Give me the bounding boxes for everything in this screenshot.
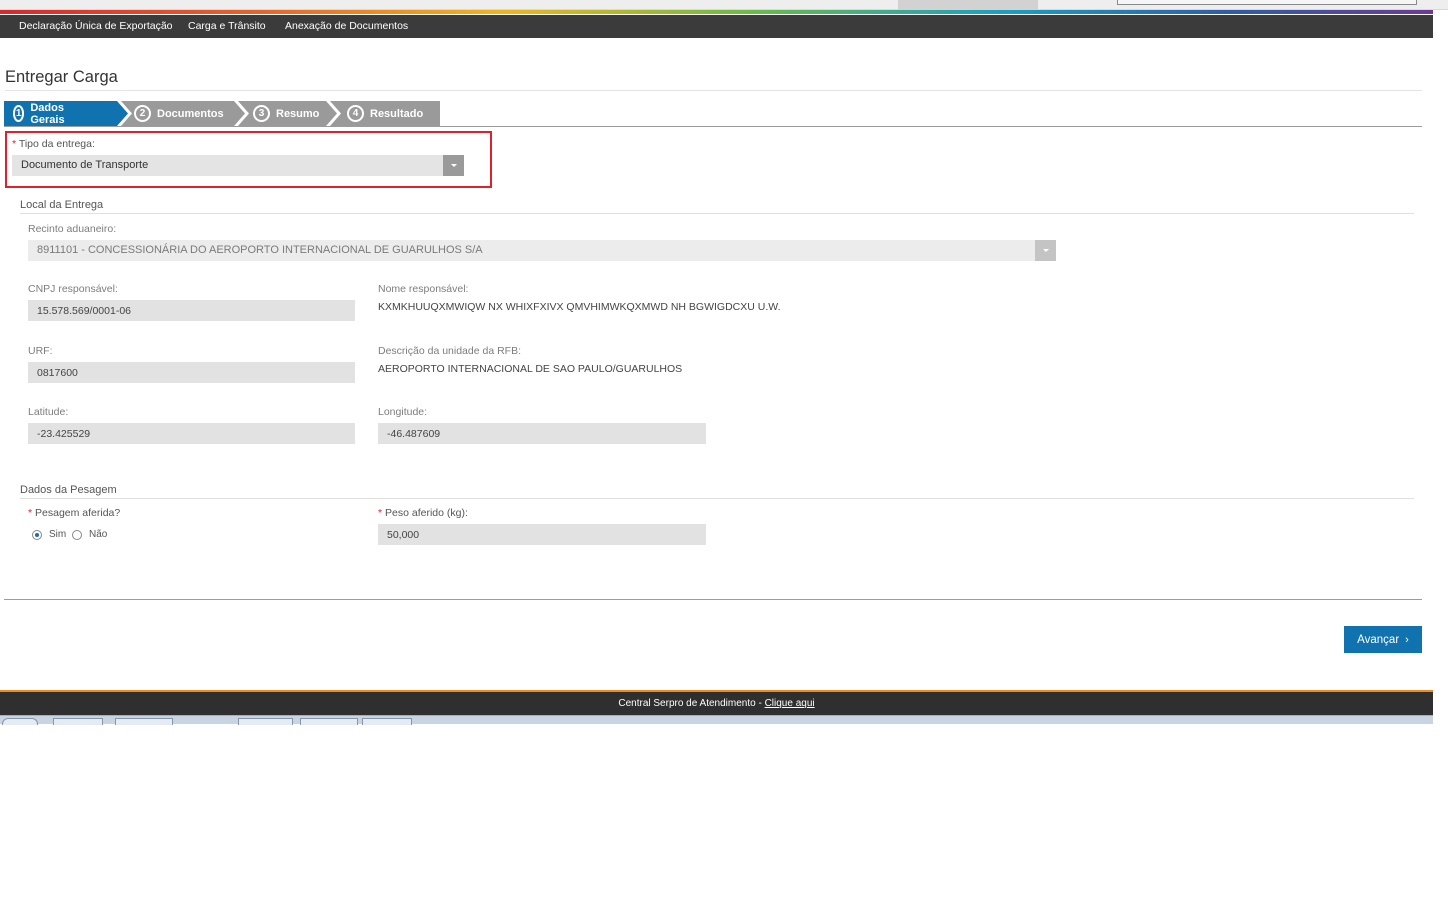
form-bottom-divider [4,599,1422,600]
tipo-entrega-label: * Tipo da entrega: [12,138,95,150]
latitude-field[interactable]: -23.425529 [28,423,355,444]
os-taskbar [0,715,1433,725]
recinto-value: 8911101 - CONCESSIONÁRIA DO AEROPORTO IN… [37,244,483,256]
title-divider [5,90,1422,91]
chevron-down-icon[interactable] [443,155,464,176]
step-label: Resultado [370,107,424,120]
taskbar-app-button[interactable] [300,718,358,725]
longitude-label: Longitude: [378,406,428,418]
brand-color-bar [0,10,1433,14]
steps-divider [4,126,1422,127]
chevron-right-icon: › [1405,633,1409,646]
step-resumo[interactable]: 3 Resumo [253,101,319,126]
nav-item-anexacao[interactable]: Anexação de Documentos [285,20,408,32]
radio-sim[interactable] [32,530,42,540]
required-marker: * [28,507,33,519]
taskbar-app-button[interactable] [53,718,103,725]
pesagem-title: Dados da Pesagem [20,484,117,496]
tipo-entrega-label-text: Tipo da entrega: [18,138,95,150]
tipo-entrega-select[interactable]: Documento de Transporte [12,155,464,176]
taskbar-app-button[interactable] [115,718,173,725]
pesagem-divider [20,498,1414,499]
footer-text: Central Serpro de Atendimento - Clique a… [0,698,1433,709]
pesagem-aferida-label: * Pesagem aferida? [28,507,120,519]
step-number: 4 [347,105,364,122]
avancar-button[interactable]: Avançar › [1344,626,1422,653]
browser-search-fragment[interactable] [1117,0,1417,5]
radio-nao-label[interactable]: Não [89,529,107,540]
peso-aferido-label: * Peso aferido (kg): [378,507,468,519]
step-resultado[interactable]: 4 Resultado [347,101,423,126]
latitude-label: Latitude: [28,406,69,418]
descricao-rfb-label: Descrição da unidade da RFB: [378,345,521,357]
step-number: 1 [13,105,25,122]
main-nav: Declaração Única de Exportação Carga e T… [0,15,1433,38]
browser-top-strip [0,0,1448,10]
step-label: Dados Gerais [30,101,65,126]
nome-responsavel-label: Nome responsável: [378,283,469,295]
taskbar-app-button[interactable] [238,718,293,725]
descricao-rfb-value: AEROPORTO INTERNACIONAL DE SAO PAULO/GUA… [378,363,683,375]
peso-aferido-label-text: Peso aferido (kg): [385,507,468,519]
avancar-button-label: Avançar [1357,633,1400,646]
step-number: 3 [253,105,270,122]
cnpj-label: CNPJ responsável: [28,283,118,295]
longitude-field[interactable]: -46.487609 [378,423,706,444]
browser-tab-fragment[interactable] [898,0,1038,10]
footer-link[interactable]: Clique aqui [765,698,815,709]
radio-sim-label[interactable]: Sim [49,529,66,540]
page-title: Entregar Carga [5,68,118,86]
required-marker: * [12,138,17,150]
step-label: Resumo [276,107,320,120]
radio-nao[interactable] [72,530,82,540]
page-footer: Central Serpro de Atendimento - Clique a… [0,690,1433,715]
nome-responsavel-value: KXMKHUUQXMWIQW NX WHIXFXIVX QMVHIMWKQXMW… [378,301,781,313]
chevron-down-icon[interactable] [1035,240,1056,261]
local-entrega-divider [20,213,1414,214]
taskbar-app-button[interactable] [362,718,412,725]
step-label: Documentos [157,107,224,120]
pesagem-aferida-label-text: Pesagem aferida? [35,507,121,519]
urf-label: URF: [28,345,53,357]
urf-field[interactable]: 0817600 [28,362,355,383]
tipo-entrega-value: Documento de Transporte [21,159,149,171]
cnpj-field[interactable]: 15.578.569/0001-06 [28,300,355,321]
recinto-select[interactable]: 8911101 - CONCESSIONÁRIA DO AEROPORTO IN… [28,240,1056,261]
peso-aferido-field[interactable]: 50,000 [378,524,706,545]
local-entrega-title: Local da Entrega [20,199,104,211]
nav-item-carga-transito[interactable]: Carga e Trânsito [188,20,266,32]
recinto-label: Recinto aduaneiro: [28,223,117,235]
start-button[interactable] [2,718,38,725]
nav-item-due[interactable]: Declaração Única de Exportação [19,20,173,32]
required-marker: * [378,507,383,519]
step-number: 2 [134,105,151,122]
step-documentos[interactable]: 2 Documentos [134,101,224,126]
footer-label: Central Serpro de Atendimento - [618,698,765,709]
step-dados-gerais[interactable]: 1 Dados Gerais [13,101,70,126]
